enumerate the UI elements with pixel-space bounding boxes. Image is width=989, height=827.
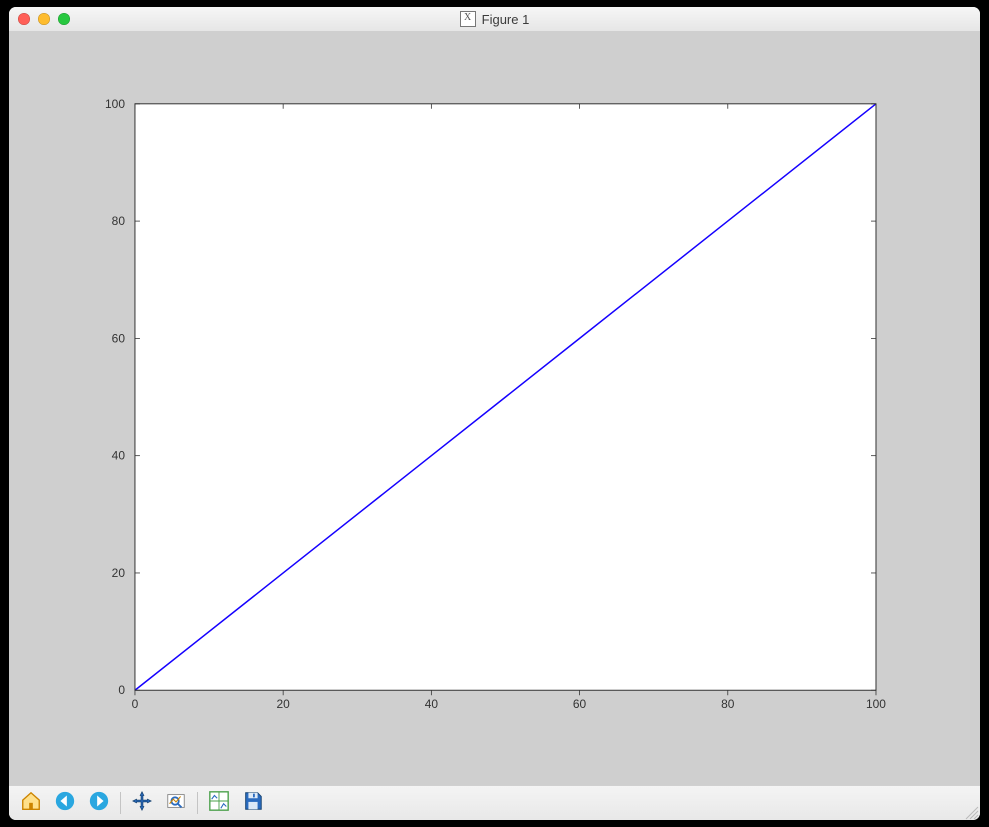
plot-canvas[interactable]: 0 20 40 60 80 100 0 20 40 60 80 100: [9, 32, 980, 785]
x-tick-label: 0: [132, 697, 139, 711]
x-tick-label: 100: [866, 697, 886, 711]
minimize-button[interactable]: [38, 13, 50, 25]
y-tick-label: 40: [112, 449, 126, 463]
back-button[interactable]: [50, 789, 80, 817]
window-controls: [9, 13, 70, 25]
zoom-icon: [165, 790, 187, 817]
x-tick-label: 80: [721, 697, 735, 711]
close-button[interactable]: [18, 13, 30, 25]
zoom-button[interactable]: [58, 13, 70, 25]
back-icon: [54, 790, 76, 817]
zoom-button[interactable]: [161, 789, 191, 817]
figure-canvas-area: 0 20 40 60 80 100 0 20 40 60 80 100: [9, 32, 980, 785]
app-x-icon: X: [460, 11, 476, 27]
x-tick-label: 20: [277, 697, 291, 711]
subplots-button[interactable]: [204, 789, 234, 817]
window-title-text: Figure 1: [482, 12, 530, 27]
y-tick-label: 60: [112, 331, 126, 345]
toolbar-separator: [197, 792, 198, 814]
y-tick-label: 0: [118, 683, 125, 697]
save-button[interactable]: [238, 789, 268, 817]
home-button[interactable]: [16, 789, 46, 817]
save-icon: [242, 790, 264, 817]
subplots-icon: [208, 790, 230, 817]
nav-toolbar: [9, 785, 980, 820]
x-tick-label: 60: [573, 697, 587, 711]
figure-window: X Figure 1 0 20 40 60 80 100 0 20 40 60 80 100: [9, 7, 980, 820]
resize-grip[interactable]: [963, 804, 979, 820]
forward-button[interactable]: [84, 789, 114, 817]
window-title: X Figure 1: [9, 11, 980, 27]
y-tick-label: 80: [112, 214, 126, 228]
x-tick-label: 40: [425, 697, 439, 711]
y-tick-label: 100: [105, 97, 125, 111]
pan-icon: [131, 790, 153, 817]
titlebar: X Figure 1: [9, 7, 980, 32]
y-tick-label: 20: [112, 566, 126, 580]
forward-icon: [88, 790, 110, 817]
home-icon: [20, 790, 42, 817]
pan-button[interactable]: [127, 789, 157, 817]
toolbar-separator: [120, 792, 121, 814]
